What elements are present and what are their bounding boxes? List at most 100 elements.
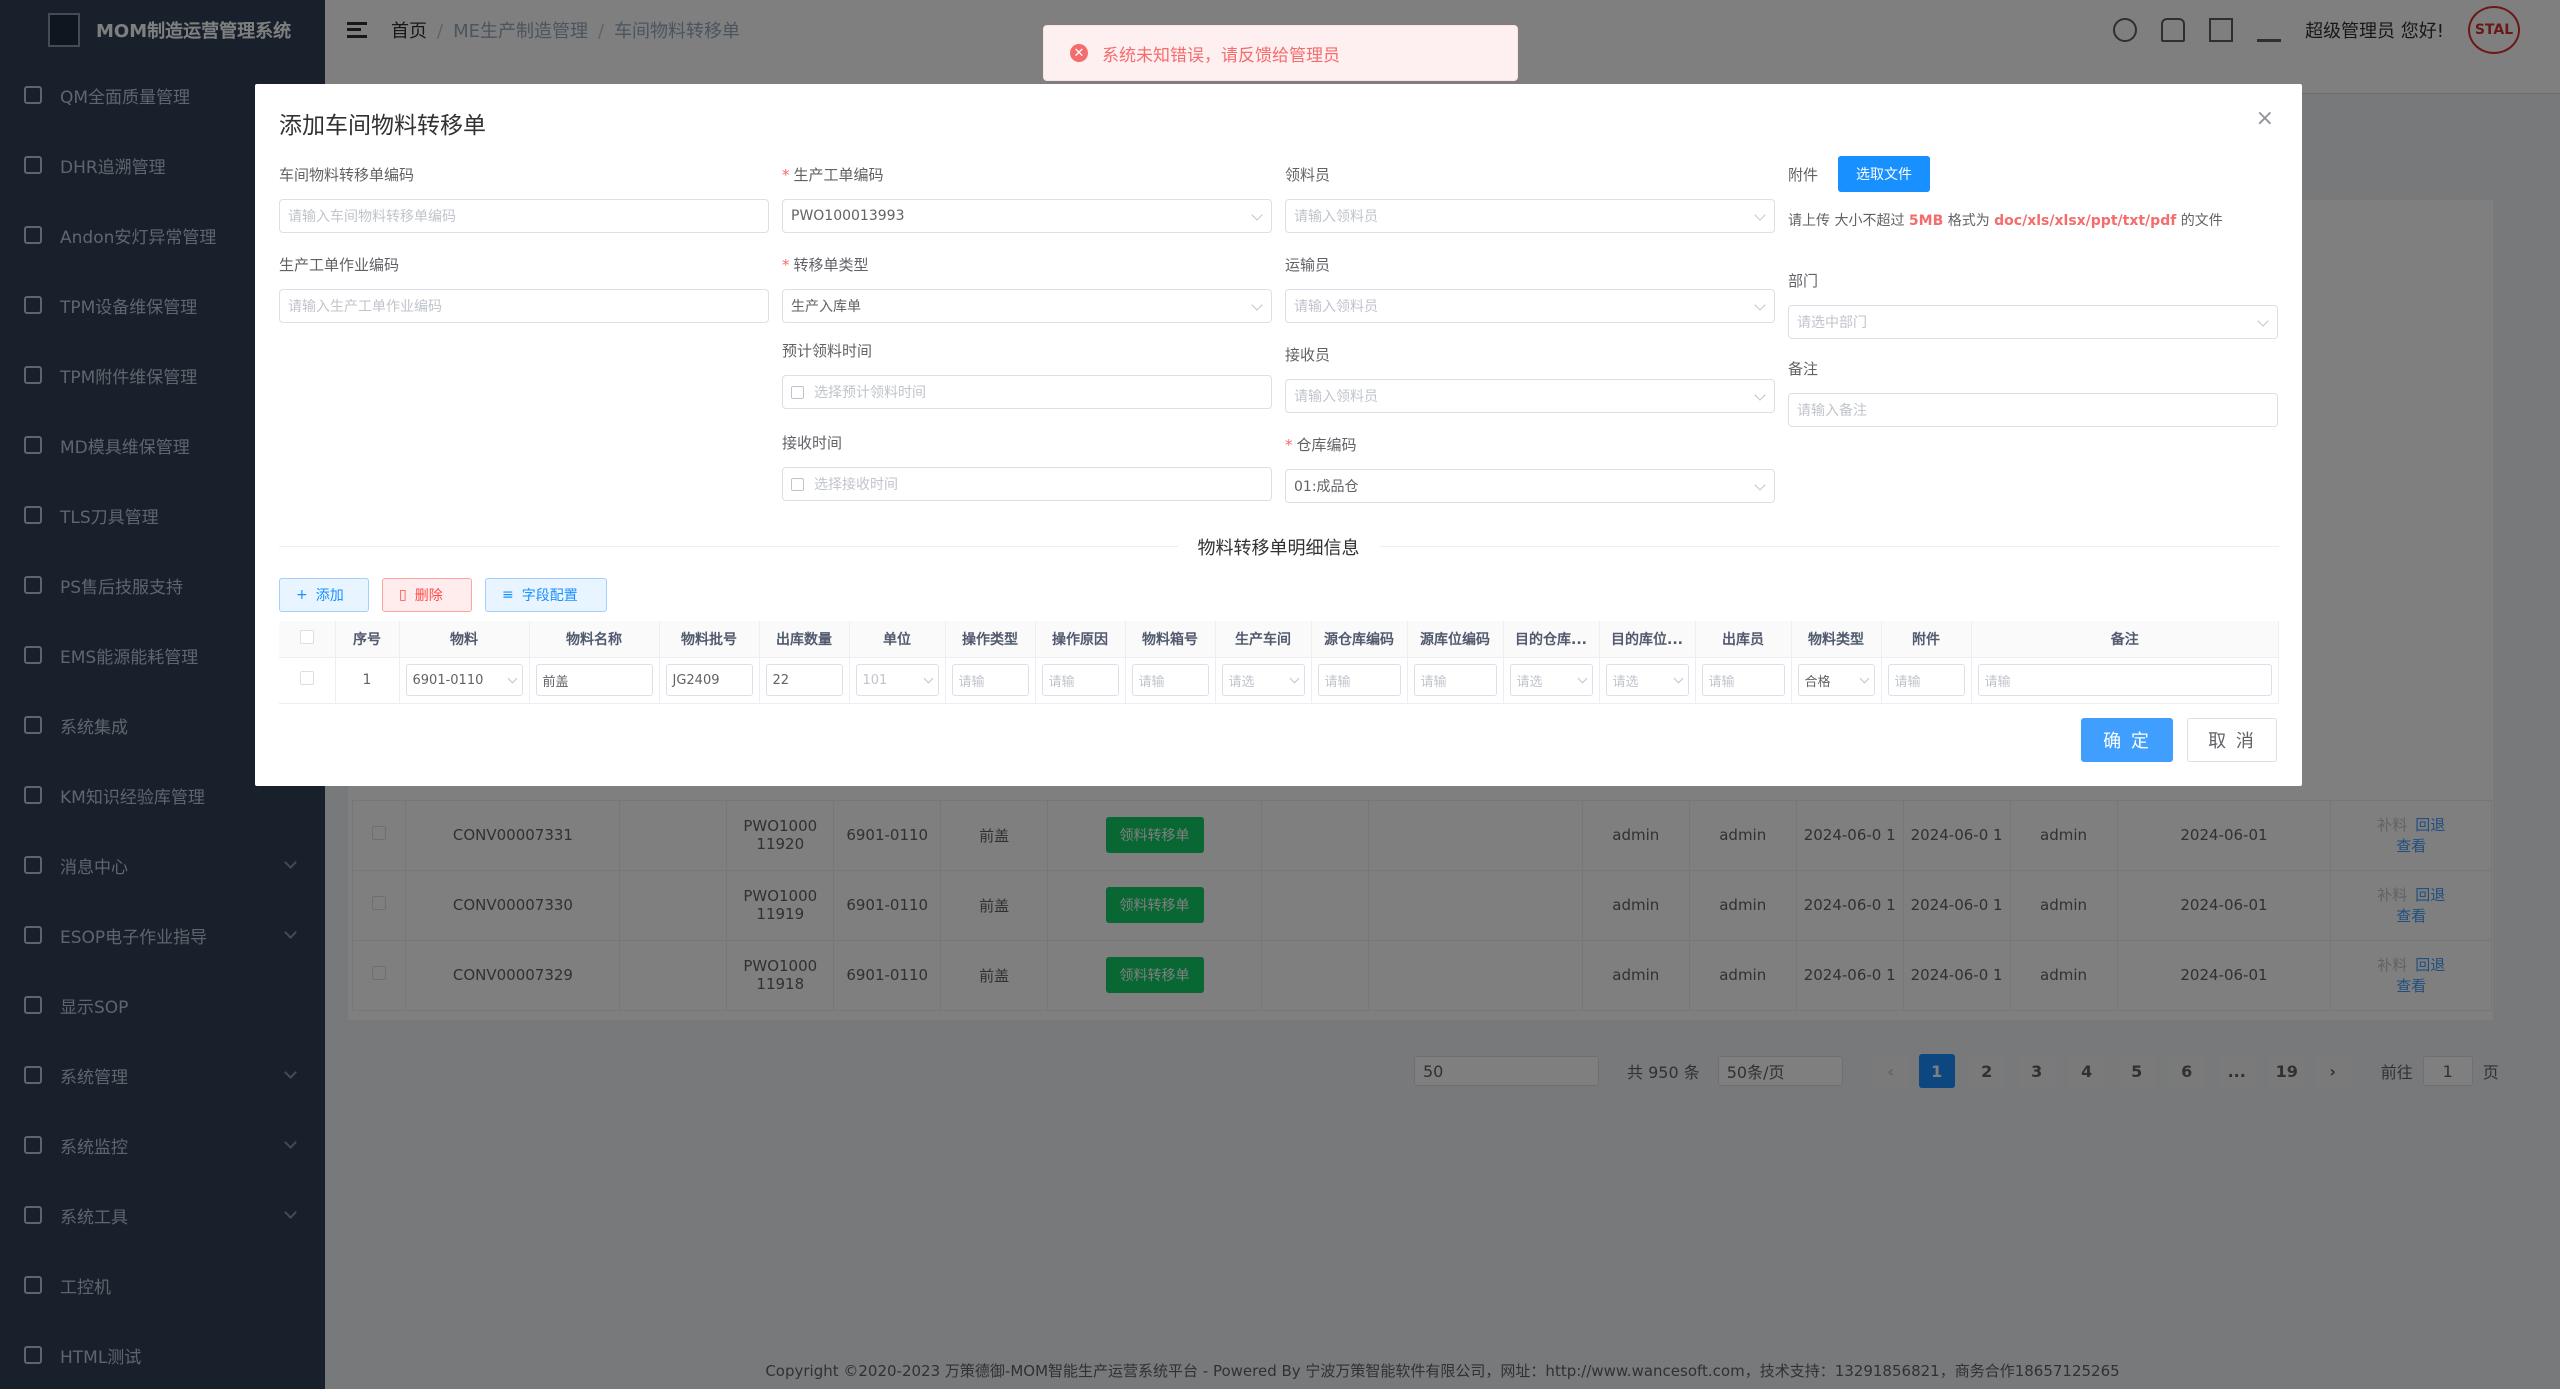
trash-icon: ▯ xyxy=(399,587,407,603)
field-transfer-code: 车间物料转移单编码 请输入车间物料转移单编码 xyxy=(279,164,769,233)
field-remark: 备注 请输入备注 xyxy=(1788,358,2278,427)
detail-box-no-input[interactable]: 请输 xyxy=(1131,664,1209,696)
detail-src-loc-input[interactable]: 请输 xyxy=(1413,664,1497,696)
chevron-down-icon xyxy=(2257,315,2269,327)
field-work-order-code: * 生产工单编码 PWO100013993 xyxy=(782,164,1272,233)
column-header: 操作类型 xyxy=(945,621,1036,658)
column-header: 操作原因 xyxy=(1035,621,1126,658)
detail-material-select[interactable]: 6901-0110 xyxy=(405,664,523,696)
field-label: 领料员 xyxy=(1285,166,1331,184)
work-order-code-select[interactable]: PWO100013993 xyxy=(782,199,1272,233)
column-header: 物料箱号 xyxy=(1125,621,1216,658)
remark-input[interactable]: 请输入备注 xyxy=(1788,393,2278,427)
field-planned-pick-time: 预计领料时间 选择预计领料时间 xyxy=(782,340,1272,409)
column-header: 物料名称 xyxy=(529,621,660,658)
field-label: 接收员 xyxy=(1285,346,1331,364)
chevron-down-icon xyxy=(1754,479,1766,491)
upload-hint: 请上传 大小不超过 5MB 格式为 doc/xls/xlsx/ppt/txt/p… xyxy=(1788,213,2223,229)
chevron-down-icon xyxy=(1754,299,1766,311)
field-attachment: 附件 选取文件 请上传 大小不超过 5MB 格式为 doc/xls/xlsx/p… xyxy=(1788,156,2278,230)
department-select[interactable]: 请选中部门 xyxy=(1788,305,2278,339)
detail-issuer-input[interactable]: 请输 xyxy=(1701,664,1785,696)
chevron-down-icon xyxy=(1289,673,1299,684)
detail-material-name-input[interactable]: 前盖 xyxy=(535,664,653,696)
field-label: * 仓库编码 xyxy=(1285,436,1357,454)
detail-workshop-select[interactable]: 请选 xyxy=(1221,664,1305,696)
column-header: 备注 xyxy=(1971,621,2279,658)
detail-row: 1 6901-0110 前盖 JG2409 22 101 请输 请输 请输 请选 请输 请输 请选 请选请… xyxy=(279,657,2279,704)
detail-op-reason-input[interactable]: 请输 xyxy=(1041,664,1119,696)
receiver-select[interactable]: 请输入领料员 xyxy=(1285,379,1775,413)
detail-material-type-select[interactable]: 合格 xyxy=(1797,664,1875,696)
field-receiver: 接收员 请输入领料员 xyxy=(1285,344,1775,413)
select-file-button[interactable]: 选取文件 xyxy=(1838,156,1931,192)
field-transporter: 运输员 请输入领料员 xyxy=(1285,254,1775,323)
calendar-icon xyxy=(791,385,804,399)
transfer-code-input[interactable]: 请输入车间物料转移单编码 xyxy=(279,199,769,233)
chevron-down-icon xyxy=(1859,673,1869,684)
error-message: 系统未知错误，请反馈给管理员 xyxy=(1102,45,1340,66)
field-label: 车间物料转移单编码 xyxy=(279,166,415,184)
planned-pick-time-picker[interactable]: 选择预计领料时间 xyxy=(782,375,1272,409)
column-header: 目的库位... xyxy=(1599,621,1696,658)
field-transfer-type: * 转移单类型 生产入库单 xyxy=(782,254,1272,323)
picker-select[interactable]: 请输入领料员 xyxy=(1285,199,1775,233)
transfer-type-select[interactable]: 生产入库单 xyxy=(782,289,1272,323)
field-label: 备注 xyxy=(1788,360,1819,378)
row-index: 1 xyxy=(335,657,400,704)
transporter-select[interactable]: 请输入领料员 xyxy=(1285,289,1775,323)
column-header: 单位 xyxy=(849,621,946,658)
add-transfer-dialog: 添加车间物料转移单 × 车间物料转移单编码 请输入车间物料转移单编码 生产工单作… xyxy=(255,84,2302,786)
select-all-checkbox[interactable] xyxy=(299,629,314,644)
field-label: 生产工单作业编码 xyxy=(279,256,400,274)
chevron-down-icon xyxy=(1754,389,1766,401)
row-checkbox[interactable] xyxy=(299,671,314,685)
column-header: 出库数量 xyxy=(759,621,850,658)
work-order-op-code-input[interactable]: 请输入生产工单作业编码 xyxy=(279,289,769,323)
close-icon[interactable]: × xyxy=(2256,106,2274,131)
detail-op-type-input[interactable]: 请输 xyxy=(951,664,1029,696)
column-header: 物料类型 xyxy=(1791,621,1882,658)
detail-table: 序号 物料 物料名称 物料批号 出库数量 单位 操作类型 操作原因 物料箱号 生产车间 源仓库编码源… xyxy=(279,621,2279,704)
column-header: 生产车间 xyxy=(1215,621,1312,658)
warehouse-code-select[interactable]: 01:成品仓 xyxy=(1285,469,1775,503)
column-header: 序号 xyxy=(335,621,400,658)
column-header: 物料批号 xyxy=(659,621,760,658)
chevron-down-icon xyxy=(1754,209,1766,221)
field-department: 部门 请选中部门 xyxy=(1788,270,2278,339)
chevron-down-icon xyxy=(1251,299,1263,311)
detail-unit-select[interactable]: 101 xyxy=(855,664,939,696)
delete-row-button[interactable]: ▯ 删除 xyxy=(382,578,472,612)
field-work-order-op-code: 生产工单作业编码 请输入生产工单作业编码 xyxy=(279,254,769,323)
column-header: 目的仓库... xyxy=(1503,621,1600,658)
chevron-down-icon xyxy=(1673,673,1683,684)
column-header: 物料 xyxy=(399,621,530,658)
chevron-down-icon xyxy=(1251,209,1263,221)
add-row-button[interactable]: + 添加 xyxy=(279,578,369,612)
field-label: * 转移单类型 xyxy=(782,256,869,274)
field-label: 接收时间 xyxy=(782,434,843,452)
field-label: 预计领料时间 xyxy=(782,342,873,360)
detail-dst-loc-select[interactable]: 请选 xyxy=(1605,664,1689,696)
plus-icon: + xyxy=(296,587,308,603)
column-header: 源仓库编码 xyxy=(1311,621,1408,658)
column-header: 源库位编码 xyxy=(1407,621,1504,658)
confirm-button[interactable]: 确 定 xyxy=(2081,718,2173,762)
detail-dst-wh-select[interactable]: 请选 xyxy=(1509,664,1593,696)
detail-remark-input[interactable]: 请输 xyxy=(1977,664,2272,696)
error-toast: ✕ 系统未知错误，请反馈给管理员 xyxy=(1043,25,1518,81)
chevron-down-icon xyxy=(507,673,517,684)
section-title: 物料转移单明细信息 xyxy=(255,534,2302,560)
chevron-down-icon xyxy=(923,673,933,684)
sliders-icon: ≡ xyxy=(502,587,514,603)
field-picker: 领料员 请输入领料员 xyxy=(1285,164,1775,233)
field-label: 部门 xyxy=(1788,272,1819,290)
field-config-button[interactable]: ≡ 字段配置 xyxy=(485,578,607,612)
detail-attachment-input[interactable]: 请输 xyxy=(1887,664,1965,696)
detail-quantity-input[interactable]: 22 xyxy=(765,664,843,696)
detail-batch-input[interactable]: JG2409 xyxy=(665,664,753,696)
detail-src-wh-input[interactable]: 请输 xyxy=(1317,664,1401,696)
cancel-button[interactable]: 取 消 xyxy=(2187,718,2277,762)
field-label: 运输员 xyxy=(1285,256,1331,274)
receive-time-picker[interactable]: 选择接收时间 xyxy=(782,467,1272,501)
